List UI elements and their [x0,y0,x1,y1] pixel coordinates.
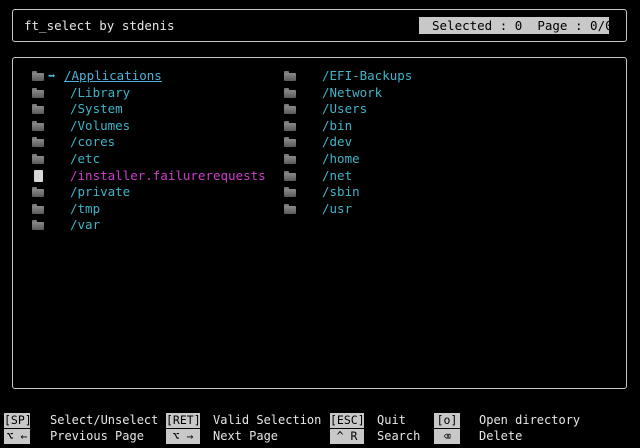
directory-entry[interactable]: /sbin [283,184,523,200]
entry-name: /dev [322,134,353,150]
file-entry[interactable]: /installer.failurerequests [31,168,271,184]
entry-name: /Network [322,84,383,100]
file-listing: ➡ /Applications/Library/System/Volumes/co… [12,57,627,389]
directory-entry[interactable]: /tmp [31,201,271,217]
directory-entry[interactable]: /System [31,101,271,117]
folder-icon [283,103,297,115]
folder-icon [283,170,297,182]
directory-entry[interactable]: /bin [283,118,523,134]
folder-icon [283,153,297,165]
key-hints-footer: [SP] Select/Unselect [RET] Valid Selection [… [0,410,640,448]
key-hint-label: Previous Page [50,429,144,443]
app-title: ft_select by stdenis [24,18,175,33]
entry-name: /bin [322,117,353,133]
folder-icon [31,120,45,132]
folder-icon [31,153,45,165]
entry-name: /net [322,167,353,183]
entry-name: /home [322,151,360,166]
entry-name: /usr [322,200,353,216]
entry-name: /Users [322,101,368,117]
entry-name: /Volumes [70,117,131,133]
entry-name: /var [70,217,101,233]
entry-name: /tmp [70,200,101,216]
folder-icon [283,70,297,82]
directory-entry[interactable]: /Volumes [31,118,271,134]
folder-icon [283,186,297,198]
key-1-1: ⌥ → [166,429,200,444]
key-hint-label: Next Page [213,429,279,443]
directory-entry[interactable]: /EFI-Backups [283,68,523,84]
folder-icon [31,136,45,148]
entry-name: /cores [70,134,116,150]
key-hint-label: Search [377,429,421,443]
key-0-2: [ESC] [330,413,365,428]
folder-icon [31,219,45,231]
folder-icon [283,136,297,148]
folder-icon [31,103,45,115]
folder-icon [31,186,45,198]
directory-entry[interactable]: /usr [283,201,523,217]
key-hint-label: Open directory [479,413,581,427]
key-1-3: ⌫ [434,429,460,444]
folder-icon [283,120,297,132]
status-indicator: Selected : 0 Page : 0/0 [419,17,613,34]
folder-icon [283,87,297,99]
folder-icon [283,203,297,215]
key-1-0: ⌥ ← [4,429,30,444]
directory-entry[interactable]: /Network [283,85,523,101]
folder-icon [31,203,45,215]
entry-name: /Library [70,84,131,100]
entry-name: /private [70,184,131,200]
file-icon [31,169,45,182]
entry-name: /Applications [64,68,162,83]
key-0-3: [o] [434,413,460,428]
key-hint-label: Quit [377,413,406,427]
folder-icon [31,70,45,82]
entry-name: /etc [70,151,101,166]
entry-name: /EFI-Backups [322,68,413,83]
directory-entry[interactable]: /Users [283,101,523,117]
header-bar: ft_select by stdenis Selected : 0 Page :… [12,9,627,42]
entry-name: /System [70,101,123,117]
key-1-2: ^ R [330,429,364,444]
key-0-0: [SP] [4,413,32,428]
arrow-right-icon: ➡ [48,68,56,83]
key-0-1: [RET] [166,413,201,428]
directory-entry[interactable]: /Library [31,85,271,101]
key-hint-label: Valid Selection [213,413,322,427]
directory-entry[interactable]: /var [31,217,271,233]
directory-entry[interactable]: /net [283,168,523,184]
entry-name: /installer.failurerequests [70,167,266,183]
directory-entry[interactable]: /etc [31,151,271,167]
directory-entry[interactable]: /cores [31,134,271,150]
folder-icon [31,87,45,99]
key-hint-label: Delete [479,429,523,443]
key-hint-label: Select/Unselect [50,413,159,427]
directory-entry[interactable]: /private [31,184,271,200]
directory-entry[interactable]: /home [283,151,523,167]
directory-entry[interactable]: ➡ /Applications [31,68,271,84]
directory-entry[interactable]: /dev [283,134,523,150]
entry-name: /sbin [322,184,360,200]
